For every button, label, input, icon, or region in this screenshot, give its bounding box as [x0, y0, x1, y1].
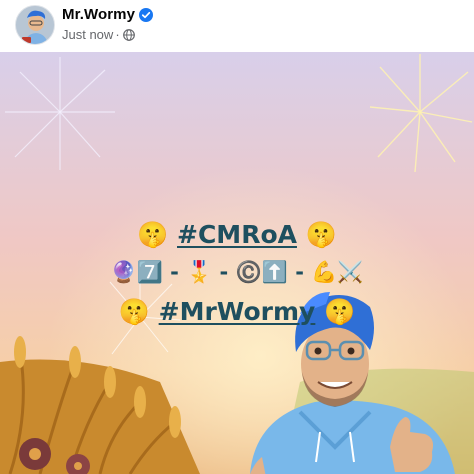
post-timestamp[interactable]: Just now [62, 27, 113, 42]
shushing-emoji-right: 🤫 [305, 220, 337, 249]
author-line: Mr.Wormy [62, 6, 154, 23]
globe-icon[interactable] [122, 28, 135, 41]
hashtag-cmroa[interactable]: #CMRoA [177, 220, 297, 249]
meta-separator: · [115, 27, 120, 42]
caption-line-3: 🤫 #MrWormy 🤫 [0, 297, 474, 327]
verified-badge-icon [139, 7, 154, 22]
shushing-emoji-left: 🤫 [137, 220, 169, 249]
avatar-image [16, 6, 54, 44]
caption-line-2: 🔮7️⃣ - 🎖️ - ©️⬆️ - 💪⚔️ [110, 260, 364, 284]
author-avatar[interactable] [15, 5, 55, 45]
post-header: Mr.Wormy Just now · [0, 0, 474, 52]
author-name[interactable]: Mr.Wormy [62, 6, 135, 23]
post-image[interactable]: 🤫 #CMRoA 🤫 🔮7️⃣ - 🎖️ - ©️⬆️ - 💪⚔️ 🤫 #MrW… [0, 52, 474, 474]
caption-line-1: 🤫 #CMRoA 🤫 [0, 220, 474, 250]
hashtag-mrwormy[interactable]: #MrWormy [159, 297, 316, 326]
shushing-emoji-right: 🤫 [324, 297, 356, 326]
post-meta: Just now · [62, 27, 135, 42]
shushing-emoji-left: 🤫 [118, 297, 150, 326]
